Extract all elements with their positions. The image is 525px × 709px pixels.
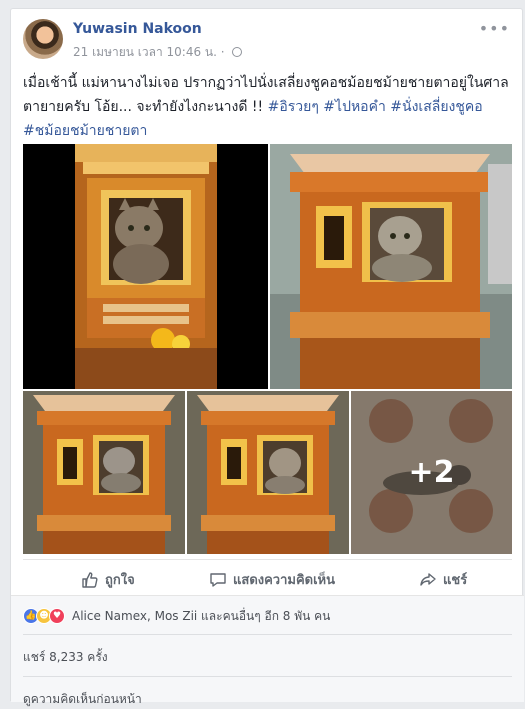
love-icon: ♥ — [49, 608, 65, 624]
divider — [23, 676, 512, 677]
hashtag[interactable]: #ไปหอคำ — [323, 99, 386, 115]
photo-5[interactable]: +2 — [351, 391, 512, 554]
share-label: แชร์ — [443, 573, 468, 588]
author-name[interactable]: Yuwasin Nakoon — [73, 21, 202, 37]
comment-label: แสดงความคิดเห็น — [233, 573, 336, 588]
meta-separator: · — [220, 45, 225, 59]
post-footer: 👍 ☻ ♥ Alice Namex, Mos Zii และคนอื่นๆ อี… — [11, 595, 524, 706]
hashtag[interactable]: #นั่งเสลี่ยงชูคอ — [390, 99, 482, 115]
post-header: Yuwasin Nakoon 21 เมษายน เวลา 10:46 น. ·… — [23, 19, 510, 63]
avatar[interactable] — [23, 19, 63, 59]
like-button[interactable]: ถูกใจ — [81, 569, 135, 590]
reactions-summary[interactable]: 👍 ☻ ♥ Alice Namex, Mos Zii และคนอื่นๆ อี… — [23, 606, 330, 626]
post-date[interactable]: 21 เมษายน เวลา 10:46 น. — [73, 45, 217, 59]
shares-count[interactable]: แชร์ 8,233 ครั้ง — [23, 648, 108, 667]
photo-2[interactable] — [270, 144, 512, 389]
photo-1[interactable] — [23, 144, 268, 389]
hashtag[interactable]: #อิรวยๆ — [268, 99, 319, 115]
photo-3[interactable] — [23, 391, 185, 554]
globe-icon[interactable] — [232, 47, 243, 57]
action-bar: ถูกใจ แสดงความคิดเห็น แชร์ — [23, 559, 512, 593]
like-label: ถูกใจ — [105, 573, 135, 588]
hashtag[interactable]: #ชม้อยชม้ายชายตา — [23, 123, 147, 139]
more-photos-count[interactable]: +2 — [351, 391, 512, 554]
thumbs-up-icon — [82, 571, 98, 588]
more-options-icon[interactable]: ••• — [479, 19, 510, 38]
share-icon — [420, 572, 436, 586]
comment-button[interactable]: แสดงความคิดเห็น — [209, 569, 335, 590]
post-text: เมื่อเช้านี้ แม่หานางไม่เจอ ปรากฏว่าไปนั… — [23, 71, 515, 143]
divider — [23, 634, 512, 635]
view-previous-comments-link[interactable]: ดูความคิดเห็นก่อนหน้า — [23, 690, 142, 709]
comment-icon — [210, 572, 226, 587]
share-button[interactable]: แชร์ — [419, 569, 467, 590]
reactions-text[interactable]: Alice Namex, Mos Zii และคนอื่นๆ อีก 8 พั… — [72, 607, 330, 626]
post-card: Yuwasin Nakoon 21 เมษายน เวลา 10:46 น. ·… — [10, 8, 524, 706]
photo-4[interactable] — [187, 391, 349, 554]
post-meta: 21 เมษายน เวลา 10:46 น. · — [73, 43, 243, 62]
photo-grid: +2 — [23, 144, 512, 554]
